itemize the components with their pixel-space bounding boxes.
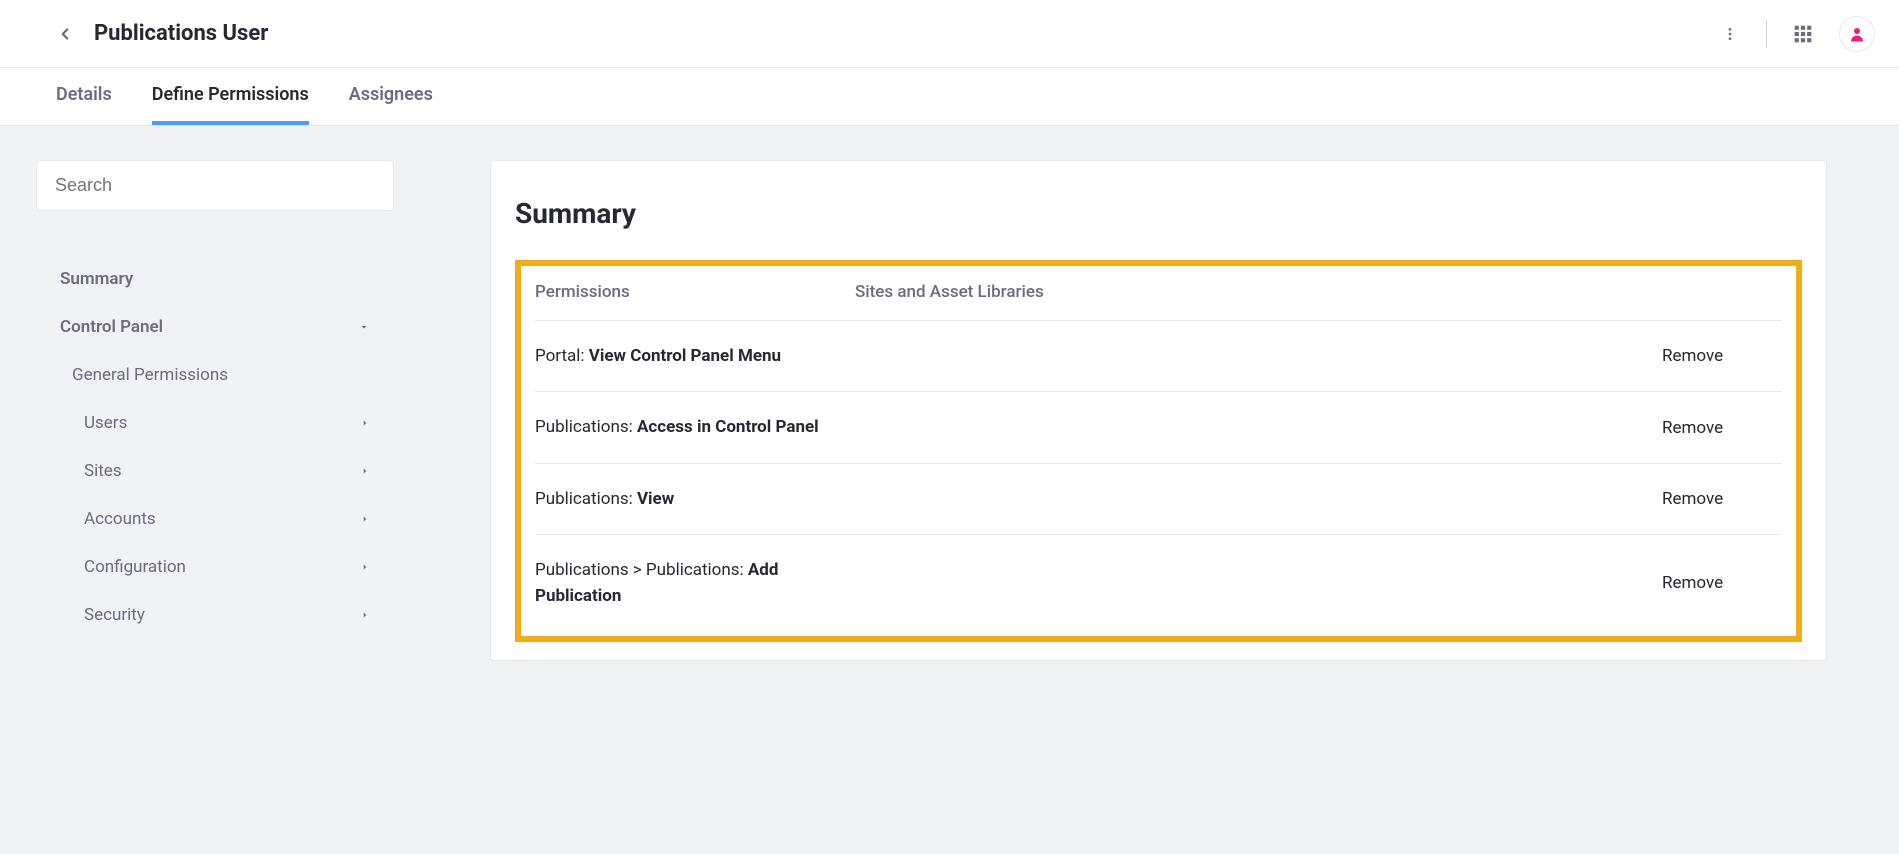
permission-prefix: Publications > Publications: [535,560,748,580]
sidebar-general-permissions[interactable]: General Permissions [48,351,394,399]
sidebar-item-label: Users [84,413,127,433]
sidebar-item-security[interactable]: Security [60,591,394,639]
grid-icon [1793,24,1813,44]
caret-right-icon [360,514,370,524]
apps-menu-button[interactable] [1787,18,1819,50]
remove-link[interactable]: Remove [1662,346,1782,366]
tab-define-permissions[interactable]: Define Permissions [152,68,309,125]
user-avatar[interactable] [1839,16,1875,52]
remove-link[interactable]: Remove [1662,489,1782,509]
main-panel: Summary Permissions Sites and Asset Libr… [430,160,1899,854]
page-title: Publications User [94,21,268,46]
summary-card: Summary Permissions Sites and Asset Libr… [490,160,1827,661]
sidebar-item-users[interactable]: Users [60,399,394,447]
tabs-bar: Details Define Permissions Assignees [0,68,1899,126]
chevron-left-icon [56,25,74,43]
caret-right-icon [360,466,370,476]
summary-highlight: Permissions Sites and Asset Libraries Po… [515,260,1802,642]
sidebar-item-label: Sites [84,461,122,481]
sidebar-subgroup: Users Sites Accounts Configuration Secur… [48,399,394,639]
top-bar-left: Publications User [56,21,268,46]
table-row: Publications: Access in Control Panel Re… [535,392,1782,463]
summary-table-header: Permissions Sites and Asset Libraries [535,266,1782,321]
permission-name: View [637,489,674,509]
tab-assignees[interactable]: Assignees [349,68,433,125]
sidebar-summary-label: Summary [60,269,133,289]
header-remove [1662,282,1782,302]
sidebar-item-label: Configuration [84,557,186,577]
permission-name: Access in Control Panel [637,417,819,437]
caret-right-icon [360,610,370,620]
search-box[interactable] [36,160,394,211]
remove-link[interactable]: Remove [1662,573,1782,593]
sidebar-item-sites[interactable]: Sites [60,447,394,495]
permission-prefix: Publications: [535,417,637,437]
content-area: Summary Control Panel General Permission… [0,126,1899,854]
permission-prefix: Portal: [535,346,589,366]
sidebar: Summary Control Panel General Permission… [0,160,430,854]
tab-details[interactable]: Details [56,68,112,125]
back-button[interactable] [56,25,74,43]
permission-prefix: Publications: [535,489,637,509]
permission-cell: Publications > Publications: Add Publica… [535,557,855,610]
table-row: Portal: View Control Panel Menu Remove [535,321,1782,392]
user-icon [1848,25,1866,43]
top-bar: Publications User [0,0,1899,68]
remove-link[interactable]: Remove [1662,418,1782,438]
sidebar-item-label: Security [84,605,145,625]
top-bar-right [1714,16,1875,52]
sidebar-general-permissions-label: General Permissions [72,365,228,385]
table-row: Publications: View Remove [535,464,1782,535]
sidebar-summary[interactable]: Summary [36,255,394,303]
permission-cell: Publications: View [535,486,855,512]
caret-right-icon [360,562,370,572]
sidebar-item-label: Accounts [84,509,156,529]
sidebar-item-accounts[interactable]: Accounts [60,495,394,543]
permission-cell: Portal: View Control Panel Menu [535,343,855,369]
header-sites: Sites and Asset Libraries [855,282,1662,302]
caret-down-icon [358,321,370,333]
header-permissions: Permissions [535,282,855,302]
permission-name: View Control Panel Menu [589,346,781,366]
sidebar-control-panel-children: General Permissions Users Sites Accounts… [36,351,394,639]
kebab-icon [1722,26,1738,42]
sidebar-control-panel[interactable]: Control Panel [36,303,394,351]
summary-title: Summary [515,197,1802,230]
table-row: Publications > Publications: Add Publica… [535,535,1782,632]
permission-cell: Publications: Access in Control Panel [535,414,855,440]
kebab-menu-button[interactable] [1714,18,1746,50]
caret-right-icon [360,418,370,428]
sidebar-item-configuration[interactable]: Configuration [60,543,394,591]
search-input[interactable] [55,175,375,196]
sidebar-control-panel-label: Control Panel [60,317,163,337]
divider [1766,20,1767,48]
